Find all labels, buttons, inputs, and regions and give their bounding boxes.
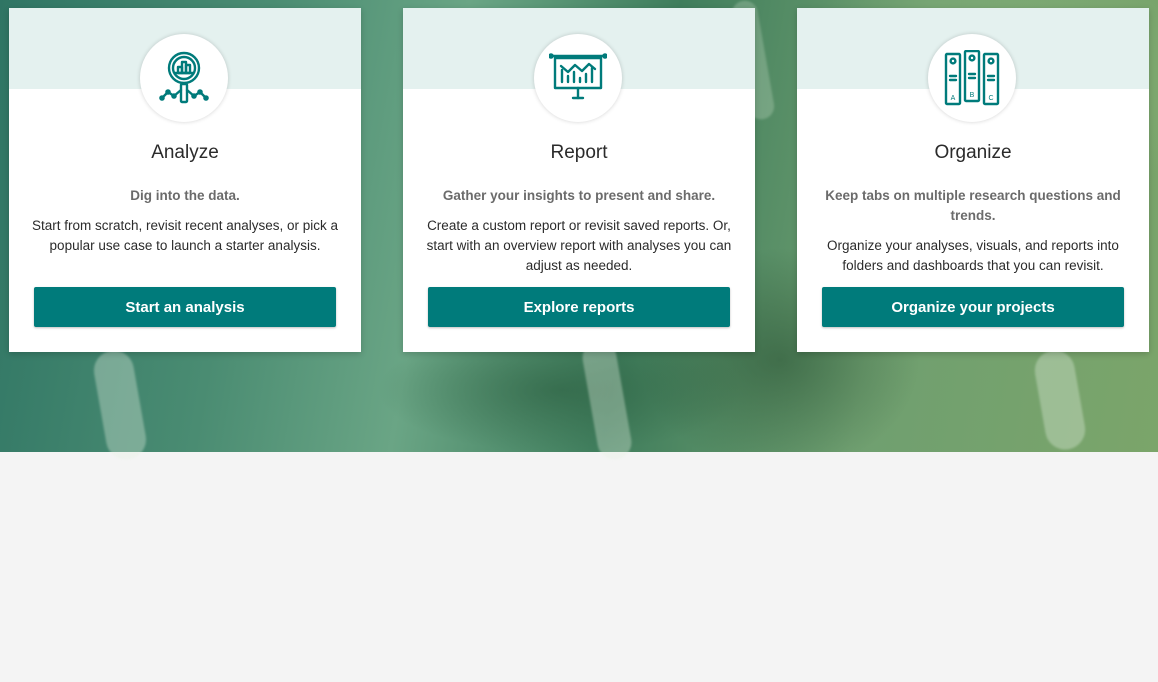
- icon-badge: [534, 34, 622, 122]
- magnifier-chart-icon: [159, 51, 209, 104]
- binder-label-a: A: [951, 95, 956, 102]
- card-tagline: Keep tabs on multiple research questions…: [825, 188, 1121, 223]
- binders-icon: A B C: [944, 50, 1000, 106]
- report-card: Report Gather your insights to present a…: [403, 8, 755, 352]
- card-description: Organize your analyses, visuals, and rep…: [827, 238, 1119, 273]
- card-title: Organize: [934, 142, 1012, 163]
- card-description: Create a custom report or revisit saved …: [426, 218, 732, 273]
- card-title: Report: [550, 142, 608, 163]
- binder-label-b: B: [970, 92, 975, 99]
- binder-label-c: C: [988, 95, 993, 102]
- analyze-card: Analyze Dig into the data. Start from sc…: [9, 8, 361, 352]
- explore-reports-button[interactable]: Explore reports: [428, 287, 730, 327]
- card-description: Start from scratch, revisit recent analy…: [31, 218, 339, 253]
- icon-badge: [140, 34, 228, 122]
- organize-projects-button[interactable]: Organize your projects: [822, 287, 1124, 327]
- presentation-board-icon: [549, 53, 607, 100]
- icon-badge: A B C: [928, 34, 1016, 122]
- card-tagline: Dig into the data.: [130, 188, 240, 203]
- background-streak: [90, 347, 150, 463]
- background-streak: [579, 337, 635, 463]
- card-tagline: Gather your insights to present and shar…: [442, 188, 716, 203]
- card-title: Analyze: [151, 142, 219, 163]
- background-streak: [1031, 347, 1089, 453]
- organize-card: A B C Organize Keep tabs on multiple res…: [797, 8, 1149, 352]
- start-analysis-button[interactable]: Start an analysis: [34, 287, 336, 327]
